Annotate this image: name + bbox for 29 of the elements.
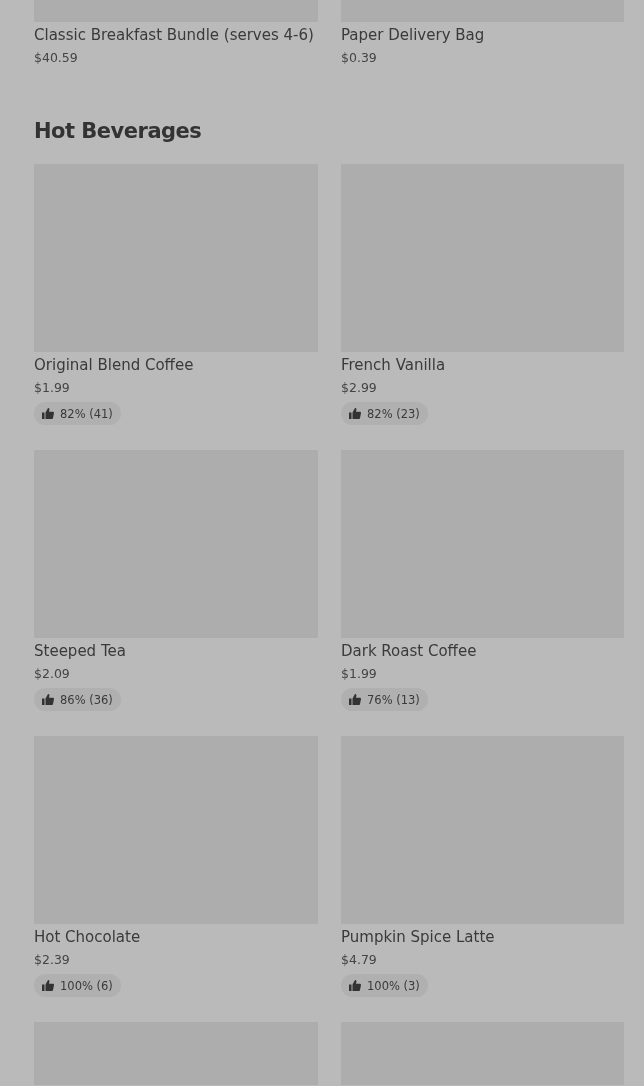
thumbs-up-icon bbox=[349, 408, 361, 419]
thumbs-up-icon bbox=[349, 694, 361, 705]
thumbs-up-icon bbox=[42, 694, 54, 705]
item-name[interactable]: French Vanilla bbox=[341, 355, 446, 375]
item-name[interactable]: Classic Breakfast Bundle (serves 4-6) bbox=[34, 25, 314, 45]
thumbs-up-icon bbox=[42, 408, 54, 419]
item-price: $4.79 bbox=[341, 951, 377, 969]
item-price: $1.99 bbox=[341, 665, 377, 683]
rating-text: 100% (3) bbox=[367, 978, 420, 993]
thumbs-up-icon bbox=[349, 980, 361, 991]
thumbs-up-icon bbox=[42, 980, 54, 991]
item-name[interactable]: Steeped Tea bbox=[34, 641, 126, 661]
rating-text: 86% (36) bbox=[60, 692, 113, 707]
item-price: $2.99 bbox=[341, 379, 377, 397]
item-name[interactable]: Paper Delivery Bag bbox=[341, 25, 485, 45]
item-price: $2.39 bbox=[34, 951, 70, 969]
rating-text: 82% (23) bbox=[367, 406, 420, 421]
rating-text: 82% (41) bbox=[60, 406, 113, 421]
rating-text: 100% (6) bbox=[60, 978, 113, 993]
item-price: $0.39 bbox=[341, 49, 377, 67]
item-price: $40.59 bbox=[34, 49, 78, 67]
rating-text: 76% (13) bbox=[367, 692, 420, 707]
item-name[interactable]: Dark Roast Coffee bbox=[341, 641, 477, 661]
item-price: $2.09 bbox=[34, 665, 70, 683]
item-name[interactable]: Hot Chocolate bbox=[34, 927, 141, 947]
section-heading: Hot Beverages bbox=[34, 118, 203, 145]
item-name[interactable]: Original Blend Coffee bbox=[34, 355, 194, 375]
item-name[interactable]: Pumpkin Spice Latte bbox=[341, 927, 495, 947]
item-price: $1.99 bbox=[34, 379, 70, 397]
